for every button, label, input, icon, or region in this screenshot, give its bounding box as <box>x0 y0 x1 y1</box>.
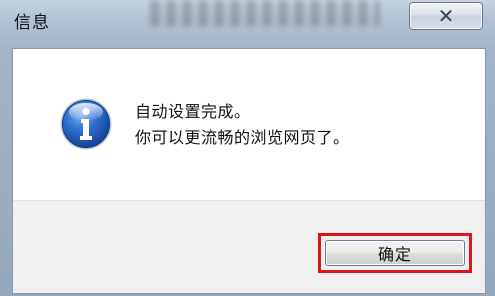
message-text: 自动设置完成。 你可以更流畅的浏览网页了。 <box>135 99 350 151</box>
dialog-window: 信息 ✕ 自动设置完成。 你可以更流畅的浏览网页了。 确定 <box>0 0 495 296</box>
ok-button-highlight: 确定 <box>318 233 472 273</box>
message-line-2: 你可以更流畅的浏览网页了。 <box>135 128 350 147</box>
blurred-background-text <box>150 0 380 26</box>
info-icon <box>60 98 112 150</box>
message-line-1: 自动设置完成。 <box>135 102 251 121</box>
window-title: 信息 <box>14 13 50 33</box>
close-icon: ✕ <box>437 4 455 28</box>
ok-button[interactable]: 确定 <box>325 240 465 266</box>
close-button[interactable]: ✕ <box>409 2 483 30</box>
dialog-body: 自动设置完成。 你可以更流畅的浏览网页了。 确定 <box>12 48 486 294</box>
